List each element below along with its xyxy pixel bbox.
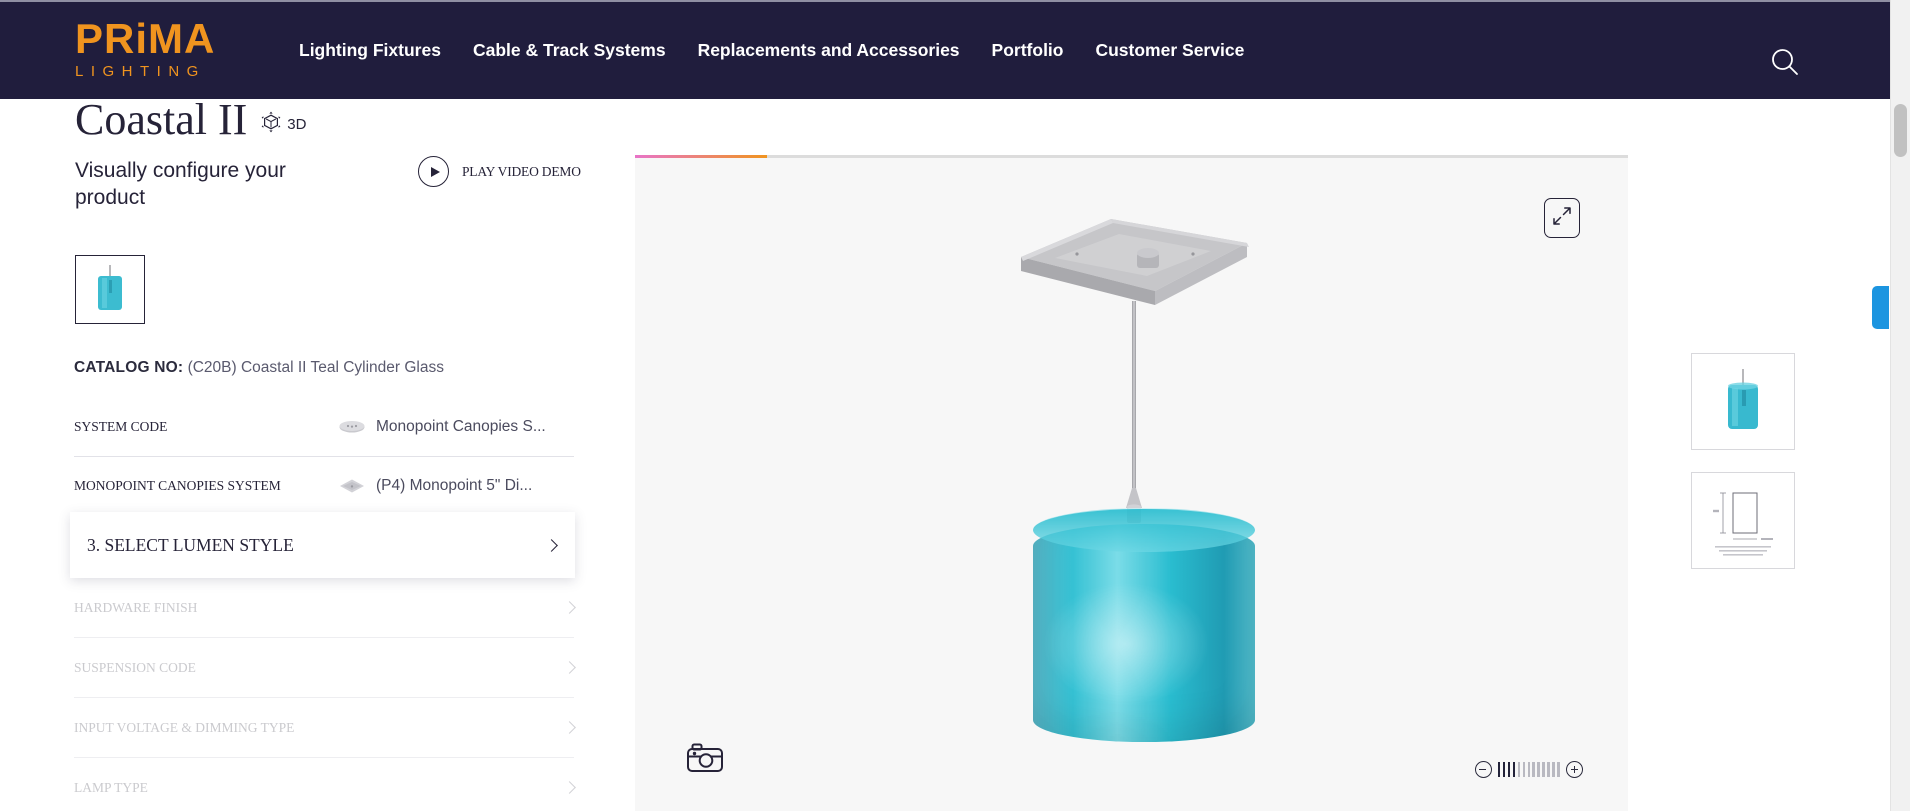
step-lamp-type: LAMP TYPE xyxy=(74,758,576,811)
catalog-value: (C20B) Coastal II Teal Cylinder Glass xyxy=(187,359,444,376)
fullscreen-expand-button[interactable] xyxy=(1544,198,1580,238)
expand-arrows-icon xyxy=(1552,206,1572,231)
step-label: 3. SELECT LUMEN STYLE xyxy=(87,534,294,555)
spec-row-monopoint-canopies-system[interactable]: MONOPOINT CANOPIES SYSTEM (P4) Monopoint… xyxy=(74,457,574,516)
disabled-step-list: HARDWARE FINISH SUSPENSION CODE INPUT VO… xyxy=(74,578,576,811)
chevron-right-icon xyxy=(563,601,576,614)
catalog-number-row: CATALOG NO: (C20B) Coastal II Teal Cylin… xyxy=(74,359,444,377)
step-suspension-code: SUSPENSION CODE xyxy=(74,638,576,698)
canopy-round-icon xyxy=(339,419,365,435)
spec-value: Monopoint Canopies S... xyxy=(376,418,546,435)
page-scrollbar-thumb[interactable] xyxy=(1894,104,1907,157)
viewer-canvas[interactable] xyxy=(635,158,1628,811)
chevron-right-icon xyxy=(545,538,558,552)
glass-shade xyxy=(1033,508,1255,748)
play-icon xyxy=(418,156,449,187)
product-photo-thumbnail[interactable] xyxy=(1691,353,1795,450)
step-input-voltage-dimming-type: INPUT VOLTAGE & DIMMING TYPE xyxy=(74,698,576,758)
product-viewer xyxy=(635,155,1628,811)
zoom-in-icon[interactable] xyxy=(1566,761,1583,778)
step-label: LAMP TYPE xyxy=(74,779,148,795)
product-thumbnail-strip xyxy=(75,255,145,324)
badge-3d-label: 3D xyxy=(287,115,307,133)
nav-item-lighting-fixtures[interactable]: Lighting Fixtures xyxy=(283,40,457,61)
chevron-right-icon xyxy=(563,781,576,794)
brand-tagline: LIGHTING xyxy=(75,63,206,80)
brand-name: PRiMA xyxy=(75,15,216,62)
spec-label: SYSTEM CODE xyxy=(74,419,168,434)
panel-subtitle: Visually configure your product xyxy=(75,159,286,209)
chevron-right-icon xyxy=(563,661,576,674)
play-video-demo-label: PLAY VIDEO DEMO xyxy=(462,163,581,179)
chat-tab[interactable] xyxy=(1872,286,1889,329)
nav-item-customer-service[interactable]: Customer Service xyxy=(1079,40,1260,61)
main-navigation: Lighting Fixtures Cable & Track Systems … xyxy=(283,40,1260,61)
zoom-slider[interactable] xyxy=(1494,762,1564,777)
snapshot-button[interactable] xyxy=(685,742,725,776)
spec-value: (P4) Monopoint 5" Di... xyxy=(376,477,533,494)
step-select-lumen-style[interactable]: 3. SELECT LUMEN STYLE xyxy=(70,512,575,578)
play-video-demo-button[interactable]: PLAY VIDEO DEMO xyxy=(418,156,581,187)
spec-label: MONOPOINT CANOPIES SYSTEM xyxy=(74,478,281,493)
camera-icon xyxy=(685,743,725,780)
nav-item-portfolio[interactable]: Portfolio xyxy=(976,40,1080,61)
zoom-out-icon[interactable] xyxy=(1474,761,1492,778)
nav-item-cable-track-systems[interactable]: Cable & Track Systems xyxy=(457,40,682,61)
product-thumbnail[interactable] xyxy=(75,255,145,324)
page-title: Coastal II xyxy=(75,95,248,144)
catalog-label: CATALOG NO: xyxy=(74,359,184,376)
page-root: Coastal II 3D Visually configure your pr… xyxy=(0,0,1910,811)
suspension-stem xyxy=(1132,301,1136,501)
step-label: SUSPENSION CODE xyxy=(74,659,196,675)
product-3d-model xyxy=(635,158,1628,811)
gallery-thumbnails xyxy=(1691,353,1795,569)
dimension-drawing-thumbnail[interactable] xyxy=(1691,472,1795,569)
cube-3d-icon xyxy=(261,111,281,138)
search-icon[interactable] xyxy=(1768,45,1802,79)
spec-list: SYSTEM CODE Monopoint Canopies S... MONO… xyxy=(74,398,574,516)
chevron-right-icon xyxy=(563,721,576,734)
configurator-panel: Coastal II 3D Visually configure your pr… xyxy=(0,0,635,811)
site-header: PRiMA LIGHTING Lighting Fixtures Cable &… xyxy=(0,0,1890,99)
step-label: INPUT VOLTAGE & DIMMING TYPE xyxy=(74,719,295,735)
brand-logo[interactable]: PRiMA LIGHTING xyxy=(75,15,250,82)
badge-3d[interactable]: 3D xyxy=(261,111,306,138)
product-title-row: Coastal II 3D xyxy=(75,96,306,144)
spec-row-system-code[interactable]: SYSTEM CODE Monopoint Canopies S... xyxy=(74,398,574,457)
canopy-part xyxy=(1015,213,1253,305)
zoom-control[interactable] xyxy=(1474,761,1583,778)
step-label: HARDWARE FINISH xyxy=(74,599,198,615)
nav-item-replacements-and-accessories[interactable]: Replacements and Accessories xyxy=(682,40,976,61)
canopy-square-icon xyxy=(339,478,365,494)
step-hardware-finish: HARDWARE FINISH xyxy=(74,578,576,638)
